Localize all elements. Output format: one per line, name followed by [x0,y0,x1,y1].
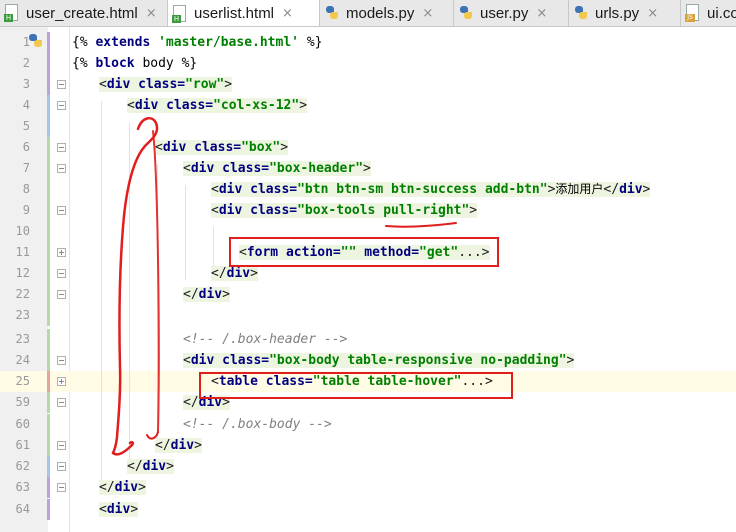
close-icon[interactable]: × [536,6,547,21]
code-line[interactable]: 60 <!-- /.box-body --> [0,414,736,435]
close-icon[interactable]: × [422,6,433,21]
code-line[interactable]: 63 </div> [0,477,736,498]
next-line-partial [70,523,736,532]
tab-label: user.py [480,4,529,22]
tab-label: user_create.html [26,4,138,22]
line-number: 64 [15,502,30,516]
line-number: 24 [15,353,30,367]
python-file-icon [458,4,474,22]
line-number: 12 [15,266,30,280]
code-text[interactable]: </div> [155,435,202,456]
editor-tab-bar: H user_create.html × H userlist.html × m… [0,0,736,27]
line-number: 8 [22,182,30,196]
fold-expand-icon[interactable] [57,248,66,257]
code-text[interactable]: <div class="btn btn-sm btn-success add-b… [211,179,651,200]
code-line[interactable]: 24 <div class="box-body table-responsive… [0,350,736,371]
annotation-box-form [229,237,499,267]
line-number: 63 [15,480,30,494]
line-number: 59 [15,395,30,409]
code-line[interactable]: 3 <div class="row"> [0,74,736,95]
code-line[interactable]: 64 <div> [0,499,736,520]
close-icon[interactable]: × [146,6,157,21]
code-line[interactable]: 62 </div> [0,456,736,477]
code-text[interactable]: <div class="box-tools pull-right"> [211,200,478,221]
close-icon[interactable]: × [282,6,293,21]
code-text[interactable]: <div class="box"> [155,137,289,158]
python-file-icon [573,4,589,22]
code-text[interactable]: <div class="box-header"> [183,158,371,179]
tab-label: models.py [346,4,415,22]
fold-expand-icon[interactable] [57,377,66,386]
line-number: 60 [15,417,30,431]
code-line[interactable]: 6 <div class="box"> [0,137,736,158]
tab-models-py[interactable]: models.py × [320,0,454,26]
code-line[interactable]: 2 {% block body %} [0,53,736,74]
code-text[interactable]: </div> [127,456,174,477]
python-file-icon [324,4,340,22]
code-editor[interactable]: 1 {% extends 'master/base.html' %} 2 {% … [0,27,736,532]
code-text[interactable]: {% block body %} [72,53,197,74]
line-number: 10 [15,224,30,238]
line-number: 22 [15,287,30,301]
fold-marker-icon[interactable] [57,290,66,299]
code-line[interactable]: 7 <div class="box-header"> [0,158,736,179]
tab-label: userlist.html [194,5,275,22]
tab-ui-js[interactable]: JS ui.co [681,0,736,26]
html-file-icon: H [172,4,188,23]
fold-marker-icon[interactable] [57,164,66,173]
line-number: 4 [22,98,30,112]
tab-label: urls.py [595,4,640,22]
js-file-icon: JS [685,4,701,22]
fold-marker-icon[interactable] [57,269,66,278]
fold-marker-icon[interactable] [57,398,66,407]
fold-marker-icon[interactable] [57,101,66,110]
fold-marker-icon[interactable] [57,462,66,471]
line-number: 23 [15,332,30,346]
line-number: 7 [22,161,30,175]
code-text[interactable]: <div> [99,499,139,520]
code-line[interactable]: 1 {% extends 'master/base.html' %} [0,32,736,53]
fold-marker-icon[interactable] [57,483,66,492]
tab-label: ui.co [707,4,736,22]
code-line[interactable]: 61 </div> [0,435,736,456]
code-comment[interactable]: <!-- /.box-body --> [183,414,332,435]
code-line[interactable]: 22 </div> [0,284,736,305]
close-icon[interactable]: × [647,6,658,21]
line-number: 3 [22,77,30,91]
fold-marker-icon[interactable] [57,80,66,89]
code-line[interactable]: 5 [0,116,736,137]
annotation-box-table [199,372,513,399]
tab-user-create-html[interactable]: H user_create.html × [0,0,168,26]
line-number: 25 [15,374,30,388]
code-text[interactable]: <div class="box-body table-responsive no… [183,350,575,371]
line-number: 5 [22,119,30,133]
code-line[interactable]: 9 <div class="box-tools pull-right"> [0,200,736,221]
line-number: 23 [15,308,30,322]
line-number: 2 [22,56,30,70]
code-text[interactable]: </div> [183,284,230,305]
code-line[interactable]: 23 <!-- /.box-header --> [0,329,736,350]
fold-marker-icon[interactable] [57,143,66,152]
html-file-icon: H [4,4,20,22]
code-text[interactable]: {% extends 'master/base.html' %} [72,32,322,53]
tab-userlist-html[interactable]: H userlist.html × [168,0,320,26]
fold-marker-icon[interactable] [57,206,66,215]
code-comment[interactable]: <!-- /.box-header --> [183,329,347,350]
code-line[interactable]: 23 [0,305,736,326]
line-number: 9 [22,203,30,217]
code-text[interactable]: <div class="col-xs-12"> [127,95,308,116]
tab-urls-py[interactable]: urls.py × [569,0,681,26]
line-number: 11 [15,245,30,259]
line-number: 1 [22,35,30,49]
code-text[interactable]: </div> [99,477,146,498]
line-number: 6 [22,140,30,154]
line-number: 62 [15,459,30,473]
fold-marker-icon[interactable] [57,441,66,450]
code-line[interactable]: 8 <div class="btn btn-sm btn-success add… [0,179,736,200]
code-line[interactable]: 4 <div class="col-xs-12"> [0,95,736,116]
fold-marker-icon[interactable] [57,356,66,365]
line-number: 61 [15,438,30,452]
tab-user-py[interactable]: user.py × [454,0,569,26]
code-text[interactable]: <div class="row"> [99,74,233,95]
